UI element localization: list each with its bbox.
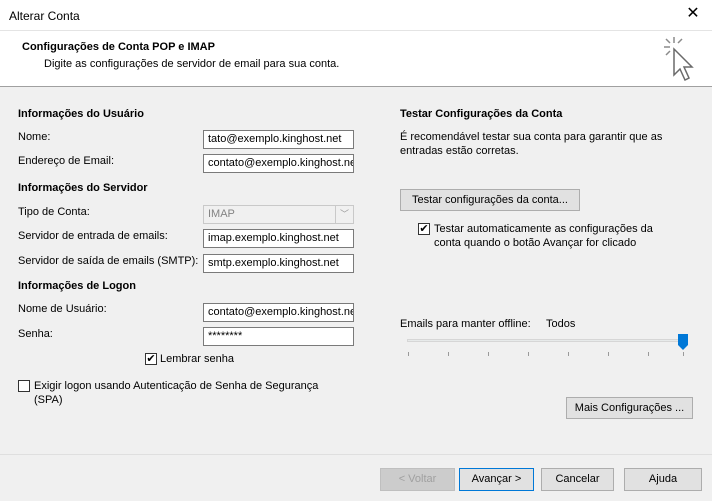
test-account-button[interactable]: Testar configurações da conta... [400,189,580,211]
more-settings-button[interactable]: Mais Configurações ... [566,397,693,419]
spa-label: Exigir logon usando Autenticação de Senh… [34,380,319,392]
chevron-down-icon: ﹀ [335,206,353,223]
test-settings-section: Testar Configurações da Conta [400,108,563,120]
close-icon[interactable]: ✕ [682,3,704,25]
name-label: Nome: [18,131,51,143]
outgoing-server-field[interactable]: smtp.exemplo.kinghost.net [203,254,354,273]
user-info-section: Informações do Usuário [18,108,144,120]
email-label: Endereço de Email: [18,155,114,167]
password-label: Senha: [18,328,53,340]
title-bar: Alterar Conta ✕ [0,0,712,31]
cancel-button[interactable]: Cancelar [541,468,614,491]
offline-value: Todos [546,318,576,330]
auto-test-label-line1: Testar automaticamente as configurações … [434,223,653,235]
spa-label-line2: (SPA) [34,394,63,406]
name-field[interactable]: tato@exemplo.kinghost.net [203,130,354,149]
slider-tick [683,352,684,356]
slider-tick [608,352,609,356]
test-description-line1: É recomendável testar sua conta para gar… [400,131,663,143]
checkmark-icon: ✔ [419,223,429,235]
footer-separator [0,454,712,455]
incoming-server-field[interactable]: imap.exemplo.kinghost.net [203,229,354,248]
remember-password-label: Lembrar senha [160,353,234,365]
checkmark-icon: ✔ [146,353,156,365]
server-info-section: Informações do Servidor [18,182,148,194]
username-field[interactable]: contato@exemplo.kinghost.net [203,303,354,322]
spa-checkbox[interactable] [18,380,30,392]
offline-slider-track[interactable] [407,339,687,342]
slider-tick [408,352,409,356]
slider-tick [488,352,489,356]
next-button[interactable]: Avançar > [459,468,534,491]
offline-slider-thumb[interactable] [678,334,688,350]
username-label: Nome de Usuário: [18,303,107,315]
auto-test-checkbox[interactable]: ✔ [418,223,430,235]
slider-tick [648,352,649,356]
slider-tick [448,352,449,356]
header-subtitle: Digite as configurações de servidor de e… [44,58,340,70]
logon-info-section: Informações de Logon [18,280,136,292]
account-type-select: IMAP ﹀ [203,205,354,224]
back-button[interactable]: < Voltar [380,468,455,491]
window-title: Alterar Conta [9,9,80,23]
cursor-click-icon [664,37,694,82]
password-field[interactable]: ******** [203,327,354,346]
account-type-label: Tipo de Conta: [18,206,90,218]
slider-tick [528,352,529,356]
remember-password-checkbox[interactable]: ✔ [145,353,157,365]
account-type-value: IMAP [208,208,235,220]
test-description-line2: entradas estão corretas. [400,145,519,157]
auto-test-label-line2: conta quando o botão Avançar for clicado [434,237,637,249]
header-title: Configurações de Conta POP e IMAP [22,41,215,53]
incoming-server-label: Servidor de entrada de emails: [18,230,168,242]
outgoing-server-label: Servidor de saída de emails (SMTP): [18,255,199,267]
help-button[interactable]: Ajuda [624,468,702,491]
offline-label: Emails para manter offline: [400,318,531,330]
slider-tick [568,352,569,356]
email-field[interactable]: contato@exemplo.kinghost.net [203,154,354,173]
header-panel: Configurações de Conta POP e IMAP Digite… [0,31,712,87]
